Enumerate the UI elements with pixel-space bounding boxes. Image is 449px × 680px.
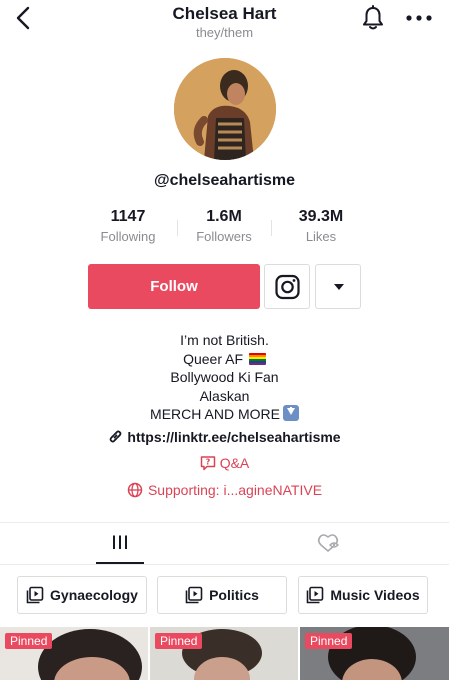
- svg-text:?: ?: [205, 458, 210, 467]
- bio-line: Queer AF: [183, 350, 244, 367]
- caret-down-icon: [334, 284, 344, 290]
- link-icon: [109, 430, 122, 443]
- pinned-badge: Pinned: [155, 633, 203, 649]
- top-bar: Chelsea Hart they/them: [0, 0, 449, 44]
- more-dots-icon: [406, 15, 432, 21]
- bio-link-text: https://linktr.ee/chelseahartisme: [127, 429, 341, 445]
- playlist-politics[interactable]: Politics: [157, 576, 287, 614]
- qa-link[interactable]: ? Q&A: [0, 455, 449, 471]
- instagram-icon: [275, 274, 300, 300]
- avatar-image: [174, 58, 276, 160]
- likes-label: Likes: [305, 229, 337, 244]
- supporting-link[interactable]: Supporting: i...agineNATIVE: [0, 482, 449, 498]
- globe-heart-icon: [127, 482, 143, 498]
- playlist-gynaecology[interactable]: Gynaecology: [17, 576, 147, 614]
- playlist-music-videos[interactable]: Music Videos: [298, 576, 428, 614]
- more-actions-dropdown[interactable]: [315, 264, 361, 309]
- bio-line-queer: Queer AF: [0, 350, 449, 369]
- bio-link[interactable]: https://linktr.ee/chelseahartisme: [0, 429, 449, 445]
- following-count: 1147: [110, 208, 146, 225]
- playlist-icon: [185, 586, 203, 604]
- down-arrow-icon: [282, 405, 299, 421]
- rainbow-flag-icon: [248, 352, 266, 365]
- video-thumbnail[interactable]: Pinned: [150, 627, 298, 680]
- tab-liked[interactable]: [224, 523, 448, 565]
- bio: I’m not British. Queer AF Bollywood Ki F…: [0, 331, 449, 424]
- tab-videos[interactable]: [0, 523, 224, 565]
- avatar[interactable]: [174, 58, 276, 160]
- bell-icon: [363, 5, 383, 30]
- qa-label: Q&A: [219, 455, 250, 471]
- grid-columns-icon: [113, 535, 127, 549]
- playlist-label: Music Videos: [330, 587, 420, 603]
- more-options-button[interactable]: [405, 8, 433, 28]
- username: @chelseahartisme: [153, 172, 295, 189]
- stat-likes[interactable]: 39.3M Likes: [271, 208, 371, 244]
- stat-followers[interactable]: 1.6M Followers: [174, 208, 274, 244]
- stat-following[interactable]: 1147 Following: [78, 208, 178, 244]
- playlist-icon: [26, 586, 44, 604]
- playlist-label: Gynaecology: [50, 587, 138, 603]
- bio-line: Bollywood Ki Fan: [170, 369, 279, 385]
- video-thumbnail[interactable]: Pinned: [0, 627, 148, 680]
- playlist-label: Politics: [209, 587, 259, 603]
- tabs-divider: [0, 564, 449, 565]
- bio-line: Alaskan: [199, 387, 250, 404]
- video-thumbnail[interactable]: Pinned: [300, 627, 449, 680]
- followers-label: Followers: [196, 229, 252, 244]
- bio-line: MERCH AND MORE: [150, 406, 280, 422]
- following-label: Following: [100, 229, 156, 244]
- bio-line: I’m not British.: [180, 332, 269, 348]
- instagram-button[interactable]: [264, 264, 310, 309]
- likes-count: 39.3M: [298, 208, 344, 225]
- bio-line-merch: MERCH AND MORE: [0, 405, 449, 424]
- playlist-icon: [307, 586, 324, 604]
- pinned-badge: Pinned: [5, 633, 53, 649]
- notification-button[interactable]: [361, 5, 385, 31]
- heart-hidden-icon: [317, 534, 339, 552]
- follow-button[interactable]: Follow: [88, 264, 260, 309]
- pinned-badge: Pinned: [305, 633, 353, 649]
- supporting-label: Supporting: i...agineNATIVE: [147, 482, 323, 498]
- followers-count: 1.6M: [206, 208, 242, 225]
- question-bubble-icon: ?: [200, 456, 215, 471]
